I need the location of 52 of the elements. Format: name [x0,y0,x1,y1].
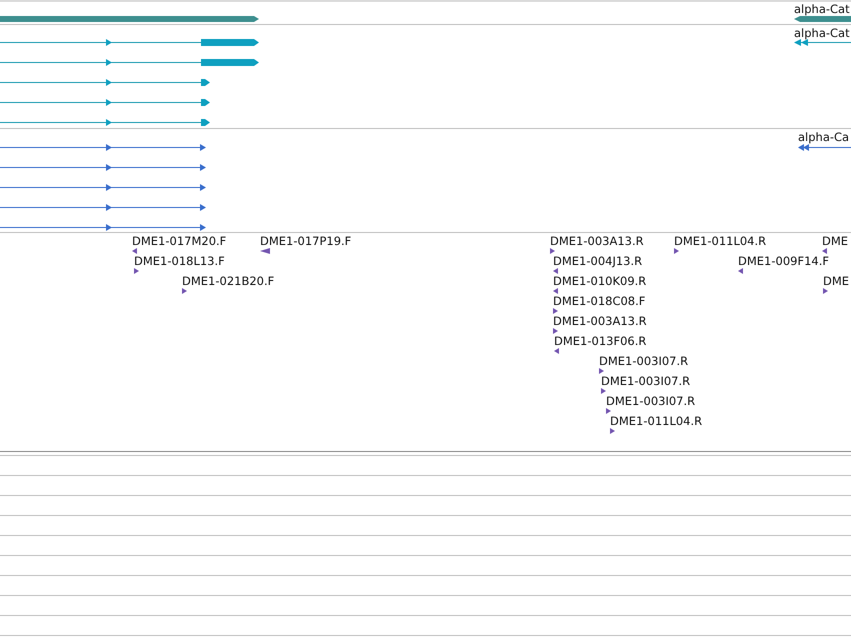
gene-label: alpha-Cat [794,2,850,16]
read-strand-icon[interactable] [553,268,558,274]
transcript-model[interactable] [0,204,206,211]
gene-bar[interactable] [794,16,851,22]
read-label: DME1-003A13.R [550,234,644,248]
read-label: DME1-021B20.F [182,274,274,288]
read-label: DME [822,234,848,248]
read-strand-icon[interactable] [674,248,679,254]
read-label: DME1-018C08.F [553,294,646,308]
read-label: DME1-003I07.R [606,394,696,408]
read-strand-icon[interactable] [553,308,558,314]
read-label: DME1-003I07.R [599,354,688,368]
read-label: DME1-009F14.F [738,254,829,268]
read-label: DME1-017M20.F [132,234,226,248]
read-strand-icon[interactable] [601,388,606,394]
transcript-label: alpha-Ca [798,130,850,144]
transcript-model[interactable] [0,39,259,46]
read-label: DME1-011L04.R [674,234,766,248]
transcript-model[interactable] [794,39,851,46]
read-label: DME1-010K09.R [553,274,646,288]
read-strand-icon[interactable] [553,288,558,294]
transcript-model[interactable] [0,144,206,151]
read-strand-icon[interactable] [260,248,270,254]
transcript-model[interactable] [0,184,206,191]
transcript-model[interactable] [0,59,259,66]
read-strand-icon[interactable] [738,268,743,274]
read-strand-icon[interactable] [823,288,828,294]
read-strand-icon[interactable] [134,268,139,274]
read-label: DME1-003I07.R [601,374,690,388]
transcript-model[interactable] [0,224,206,231]
read-label: DME1-017P19.F [260,234,352,248]
read-label: DME1-013F06.R [554,334,646,348]
read-strand-icon[interactable] [599,368,604,374]
transcript-label: alpha-Cat [794,26,850,40]
transcript-model[interactable] [798,144,851,151]
transcript-model[interactable] [0,79,210,86]
read-strand-icon[interactable] [606,408,611,414]
transcript-model[interactable] [0,99,210,106]
read-strand-icon[interactable] [550,248,555,254]
read-label: DME1-018L13.F [134,254,225,268]
read-label: DME1-011L04.R [610,414,702,428]
read-strand-icon[interactable] [182,288,187,294]
read-label: DME [823,274,850,288]
transcript-model[interactable] [0,119,210,126]
read-strand-icon[interactable] [610,428,615,434]
read-strand-icon[interactable] [554,348,559,354]
read-label: DME1-004J13.R [553,254,642,268]
read-label: DME1-003A13.R [553,314,647,328]
transcript-model[interactable] [0,164,206,171]
read-strand-icon[interactable] [553,328,558,334]
read-strand-icon[interactable] [822,248,827,254]
read-strand-icon[interactable] [132,248,137,254]
